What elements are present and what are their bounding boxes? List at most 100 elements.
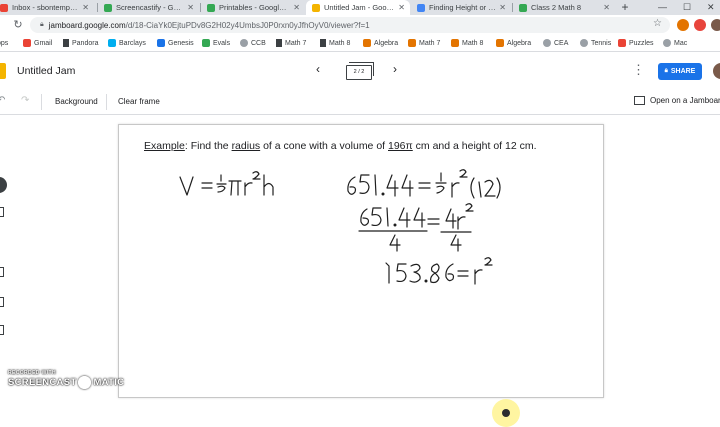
- new-tab-button[interactable]: +: [618, 0, 632, 15]
- frame-indicator[interactable]: 2 / 2: [346, 62, 374, 80]
- tab-label: Inbox - sbontempo@ci: [12, 3, 79, 12]
- open-on-jamboard-button[interactable]: Open on a Jamboard: [634, 96, 720, 105]
- gmail-icon: [23, 39, 31, 47]
- extension-icon[interactable]: [677, 19, 689, 31]
- formula-ink: [179, 171, 274, 196]
- bookmark-gmail[interactable]: Gmail: [23, 37, 52, 49]
- close-icon[interactable]: ✕: [187, 3, 194, 12]
- jamboard-toolbar: ↶ ↷ Background Clear frame Open on a Jam…: [0, 90, 720, 115]
- bookmark-math8[interactable]: Math 8: [451, 37, 483, 49]
- clear-frame-button[interactable]: Clear frame: [118, 97, 160, 106]
- bookmark-ccb[interactable]: CCB: [240, 37, 266, 49]
- bookmark-evals[interactable]: Evals: [202, 37, 230, 49]
- close-icon[interactable]: ✕: [82, 3, 89, 12]
- jamboard-logo-icon: [0, 63, 6, 79]
- bookmark-math7[interactable]: Math 7: [408, 37, 440, 49]
- avatar[interactable]: [713, 63, 720, 79]
- bookmark-pandora[interactable]: Pandora: [63, 37, 98, 49]
- genesis-icon: [157, 39, 165, 47]
- url-text: jamboard.google.com/d/18-CiaYk0EjtuPDv8G…: [48, 20, 370, 30]
- bookmark-apps[interactable]: pps: [0, 37, 8, 49]
- bookmark-icon: [320, 39, 326, 47]
- screencast-o-matic-watermark: RECORDED WITH SCREENCAST MATIC: [8, 370, 124, 389]
- math8-icon: [451, 39, 459, 47]
- gmail-icon: [0, 3, 8, 12]
- screencastify-extension-icon[interactable]: [694, 19, 706, 31]
- undo-icon[interactable]: ↶: [0, 95, 5, 106]
- bookmark-algebra[interactable]: Algebra: [363, 37, 398, 49]
- bookmark-math8-folder[interactable]: Math 8: [320, 37, 350, 49]
- tab-label: Screencastify - Google: [116, 3, 185, 12]
- tab-label: Printables - Google Dri: [219, 3, 291, 12]
- close-icon[interactable]: ✕: [603, 3, 610, 12]
- shape-tool-icon[interactable]: [0, 325, 4, 335]
- tab-printables[interactable]: Printables - Google Dri ✕: [201, 0, 305, 15]
- algebra-icon: [363, 39, 371, 47]
- bookmark-icon: [63, 39, 69, 47]
- star-icon[interactable]: ☆: [653, 18, 662, 29]
- bookmark-barclays[interactable]: Barclays: [108, 37, 146, 49]
- jamboard-device-icon: [634, 96, 645, 105]
- bookmark-cea[interactable]: CEA: [543, 37, 568, 49]
- share-button[interactable]: 🔒︎ SHARE: [658, 63, 702, 80]
- screencast-o-matic-logo-icon: [78, 376, 92, 389]
- lock-icon: 🔒︎: [40, 21, 44, 28]
- close-icon[interactable]: ✕: [499, 3, 506, 12]
- drive-icon: [104, 3, 112, 12]
- previous-frame-icon[interactable]: ‹: [316, 62, 320, 76]
- background-button[interactable]: Background: [55, 97, 98, 106]
- bookmark-tennis[interactable]: Tennis: [580, 37, 611, 49]
- drive-icon: [207, 3, 215, 12]
- window-close-icon[interactable]: ✕: [707, 0, 715, 15]
- globe-icon: [240, 39, 248, 47]
- tab-strip: Inbox - sbontempo@ci ✕ Screencastify - G…: [0, 0, 720, 15]
- minimize-icon[interactable]: —: [658, 0, 667, 15]
- tab-screencastify[interactable]: Screencastify - Google ✕: [98, 0, 199, 15]
- globe-icon: [663, 39, 671, 47]
- result-ink: [385, 257, 493, 285]
- next-frame-icon[interactable]: ›: [393, 62, 397, 76]
- jamboard-icon: [312, 3, 320, 12]
- eraser-tool-icon[interactable]: [0, 207, 4, 217]
- bookmark-genesis[interactable]: Genesis: [157, 37, 194, 49]
- jamboard-header: Untitled Jam ‹ 2 / 2 › ⋮ 🔒︎ SHARE: [0, 52, 720, 90]
- canvas-area: Example: Find the radius of a cone with …: [0, 115, 720, 427]
- pointer-cursor: [492, 399, 520, 427]
- tab-untitled-jam[interactable]: Untitled Jam - Google ✕: [306, 0, 410, 15]
- close-icon[interactable]: ✕: [398, 3, 405, 12]
- bookmark-mac[interactable]: Mac: [663, 37, 687, 49]
- globe-icon: [580, 39, 588, 47]
- close-icon[interactable]: ✕: [293, 3, 300, 12]
- classroom-icon: [519, 3, 527, 12]
- bookmark-algebra-2[interactable]: Algebra: [496, 37, 531, 49]
- address-bar[interactable]: 🔒︎ jamboard.google.com/d/18-CiaYk0EjtuPD…: [30, 17, 670, 33]
- sticky-note-tool-icon[interactable]: [0, 267, 4, 277]
- tab-inbox[interactable]: Inbox - sbontempo@ci ✕: [0, 0, 94, 15]
- barclays-icon: [108, 39, 116, 47]
- bookmark-puzzles[interactable]: Puzzles: [618, 37, 654, 49]
- docs-icon: [417, 3, 425, 12]
- evals-icon: [202, 39, 210, 47]
- division-ink: [358, 203, 474, 252]
- redo-icon[interactable]: ↷: [21, 95, 29, 106]
- more-options-icon[interactable]: ⋮: [632, 62, 645, 78]
- lock-icon: 🔒︎: [664, 68, 668, 74]
- puzzles-icon: [618, 39, 626, 47]
- substitution-ink: [347, 169, 501, 199]
- bookmark-math7-folder[interactable]: Math 7: [276, 37, 306, 49]
- pen-tool-icon[interactable]: [0, 177, 7, 193]
- bookmark-icon: [276, 39, 282, 47]
- image-tool-icon[interactable]: [0, 297, 4, 307]
- handwritten-work: [179, 169, 501, 285]
- jam-frame[interactable]: Example: Find the radius of a cone with …: [118, 124, 604, 398]
- tab-finding-height[interactable]: Finding Height or Radi ✕: [411, 0, 511, 15]
- reload-icon[interactable]: ↻: [10, 17, 26, 33]
- profile-avatar[interactable]: [711, 19, 720, 31]
- tab-class-2-math-8[interactable]: Class 2 Math 8 ✕: [513, 0, 615, 15]
- maximize-icon[interactable]: ☐: [683, 0, 691, 15]
- address-row: ↻ 🔒︎ jamboard.google.com/d/18-CiaYk0Ejtu…: [0, 15, 720, 35]
- bookmarks-bar: pps Gmail Pandora Barclays Genesis Evals…: [0, 35, 720, 52]
- jam-title[interactable]: Untitled Jam: [17, 65, 75, 77]
- globe-icon: [543, 39, 551, 47]
- tab-label: Untitled Jam - Google: [324, 3, 396, 12]
